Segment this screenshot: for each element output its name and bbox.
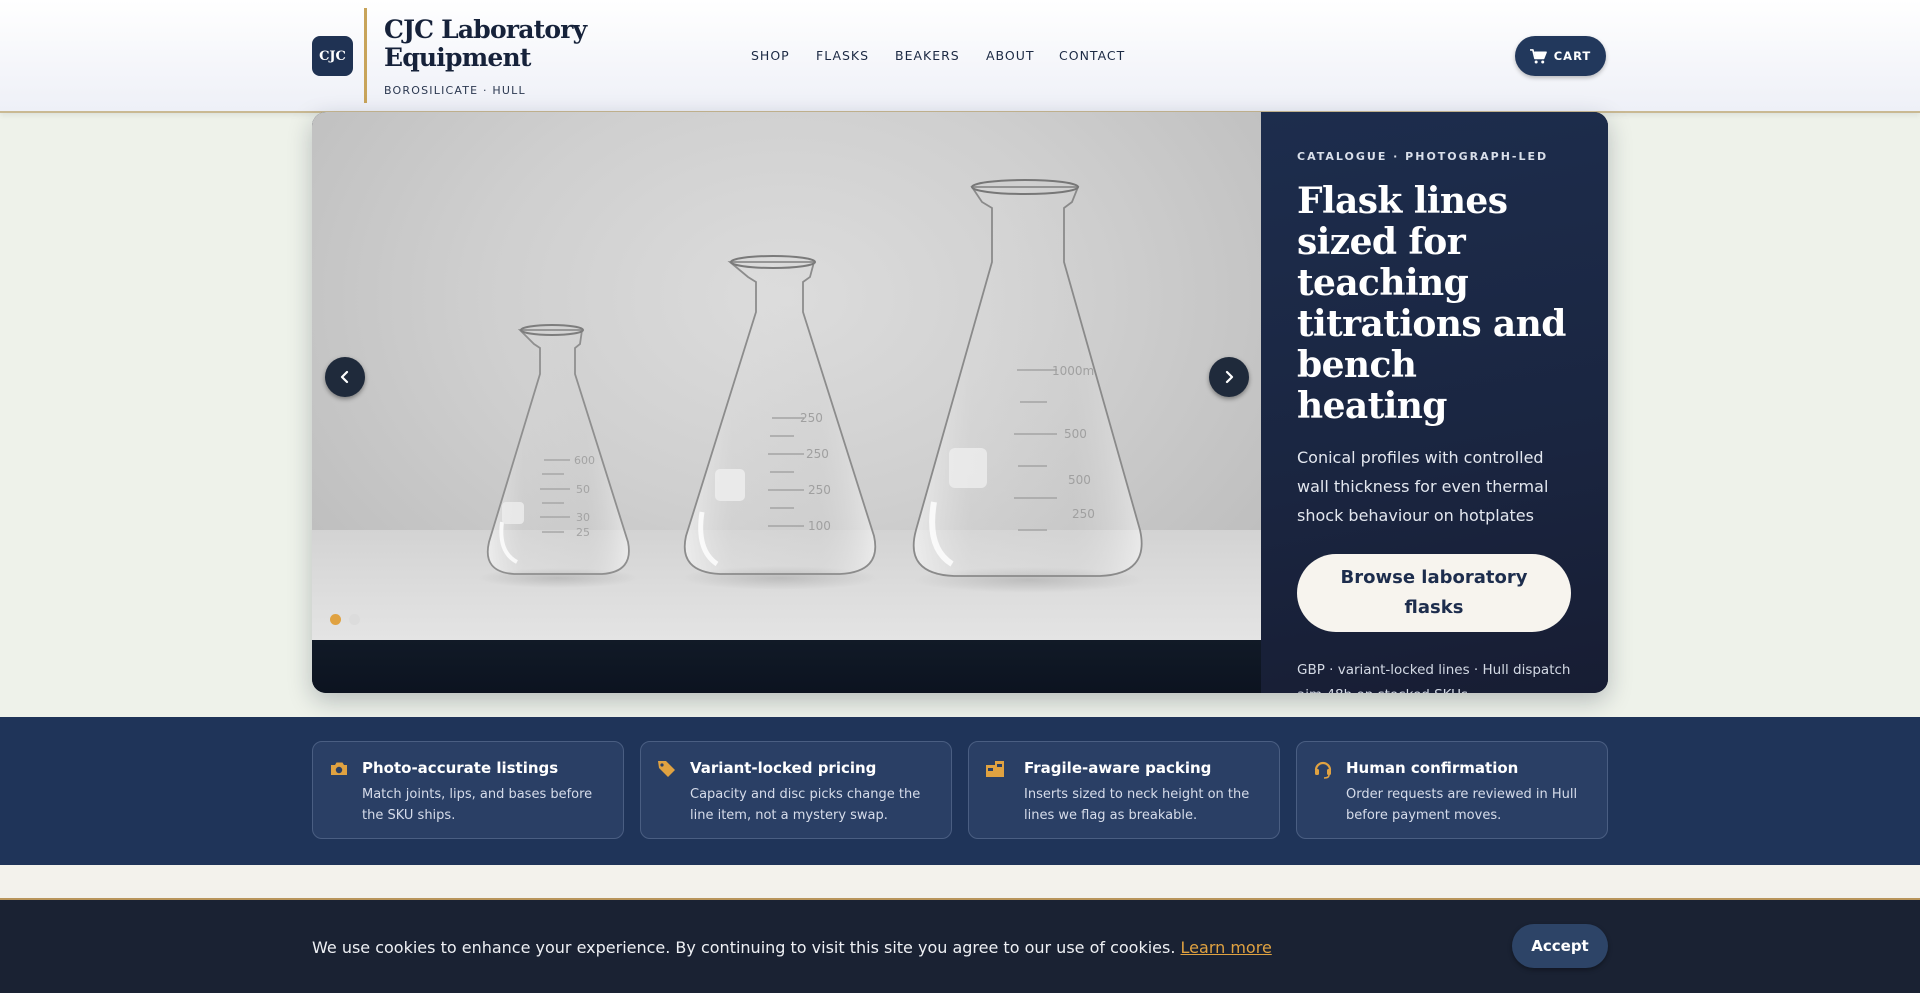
feature-desc: Match joints, lips, and bases before the… [362,787,593,823]
carousel-prev-button[interactable] [325,357,365,397]
cookie-banner: We use cookies to enhance your experienc… [0,898,1920,993]
feature-desc: Order requests are reviewed in Hull befo… [1346,787,1578,823]
cart-icon [1529,48,1547,63]
nav-about[interactable]: ABOUT [986,48,1035,63]
hero-description: Conical profiles with controlled wall th… [1297,448,1549,525]
camera-icon [331,762,347,775]
large-flask-mark-4: 250 [1072,507,1095,521]
hero-section: 600 50 30 25 250 250 250 100 1000m 500 5… [312,112,1608,693]
nav-shop[interactable]: SHOP [751,48,790,63]
cookie-message: We use cookies to enhance your experienc… [312,938,1272,957]
logo-divider [364,8,367,103]
medium-flask-mark-2: 250 [806,447,829,461]
cart-label: CART [1553,49,1592,63]
site-header: CJC CJC Laboratory Equipment BOROSILICAT… [0,0,1920,113]
nav-flasks[interactable]: FLASKS [816,48,869,63]
feature-title: Photo-accurate listings [362,759,559,777]
small-flask-mark-2: 50 [576,483,590,496]
cookie-text: We use cookies to enhance your experienc… [312,938,1176,957]
carousel-dots [330,614,360,625]
large-flask: 1000m 500 500 250 [912,179,1144,593]
small-flask: 600 50 30 25 [478,324,638,588]
medium-flask-mark-1: 250 [800,411,823,425]
large-flask-mark-3: 500 [1068,473,1091,487]
cookie-learn-more-link[interactable]: Learn more [1181,938,1272,957]
small-flask-mark-4: 25 [576,526,590,539]
headset-icon [1314,761,1332,779]
cart-button[interactable]: CART [1515,36,1606,76]
hero-note: GBP · variant-locked lines · Hull dispat… [1297,662,1571,693]
brand-subtitle: BOROSILICATE · HULL [384,84,526,97]
feature-card-confirmation: Human confirmation Order requests are re… [1296,741,1608,839]
erlenmeyer-flasks-illustration: 600 50 30 25 250 250 250 100 1000m 500 5… [478,179,1144,593]
feature-title: Human confirmation [1346,759,1519,777]
feature-card-packing: Fragile-aware packing Inserts sized to n… [968,741,1280,839]
chevron-left-icon [340,370,349,384]
hero-panel: CATALOGUE · PHOTOGRAPH-LED Flask lines s… [1261,112,1608,693]
hero-title: Flask lines sized for teaching titration… [1297,180,1566,427]
section-divider-strip [0,865,1920,899]
medium-flask: 250 250 250 100 [682,255,878,590]
feature-title: Fragile-aware packing [1024,759,1212,777]
carousel-dot-2[interactable] [349,614,360,625]
chevron-right-icon [1225,370,1234,384]
features-band: Photo-accurate listings Match joints, li… [0,717,1920,865]
boxes-icon [986,761,1004,777]
cookie-accept-button[interactable]: Accept [1512,924,1608,968]
nav-contact[interactable]: CONTACT [1059,48,1125,63]
slide-caption-strip [312,640,1261,693]
carousel-next-button[interactable] [1209,357,1249,397]
tag-icon [658,761,675,777]
nav-beakers[interactable]: BEAKERS [895,48,960,63]
small-flask-mark-1: 600 [574,454,595,467]
hero-eyebrow: CATALOGUE · PHOTOGRAPH-LED [1297,150,1549,163]
small-flask-mark-3: 30 [576,511,590,524]
browse-flasks-button[interactable]: Browse laboratory flasks [1297,554,1571,632]
feature-card-photo: Photo-accurate listings Match joints, li… [312,741,624,839]
logo-mark[interactable]: CJC [312,36,353,76]
feature-desc: Inserts sized to neck height on the line… [1024,787,1250,823]
hero-slide-image: 600 50 30 25 250 250 250 100 1000m 500 5… [312,112,1261,640]
brand-title[interactable]: CJC Laboratory Equipment [384,16,604,72]
feature-card-pricing: Variant-locked pricing Capacity and disc… [640,741,952,839]
feature-title: Variant-locked pricing [690,759,877,777]
carousel-dot-1[interactable] [330,614,341,625]
large-flask-mark-2: 500 [1064,427,1087,441]
medium-flask-mark-3: 250 [808,483,831,497]
medium-flask-mark-4: 100 [808,519,831,533]
large-flask-mark-1: 1000m [1052,364,1094,378]
feature-desc: Capacity and disc picks change the line … [690,787,921,823]
